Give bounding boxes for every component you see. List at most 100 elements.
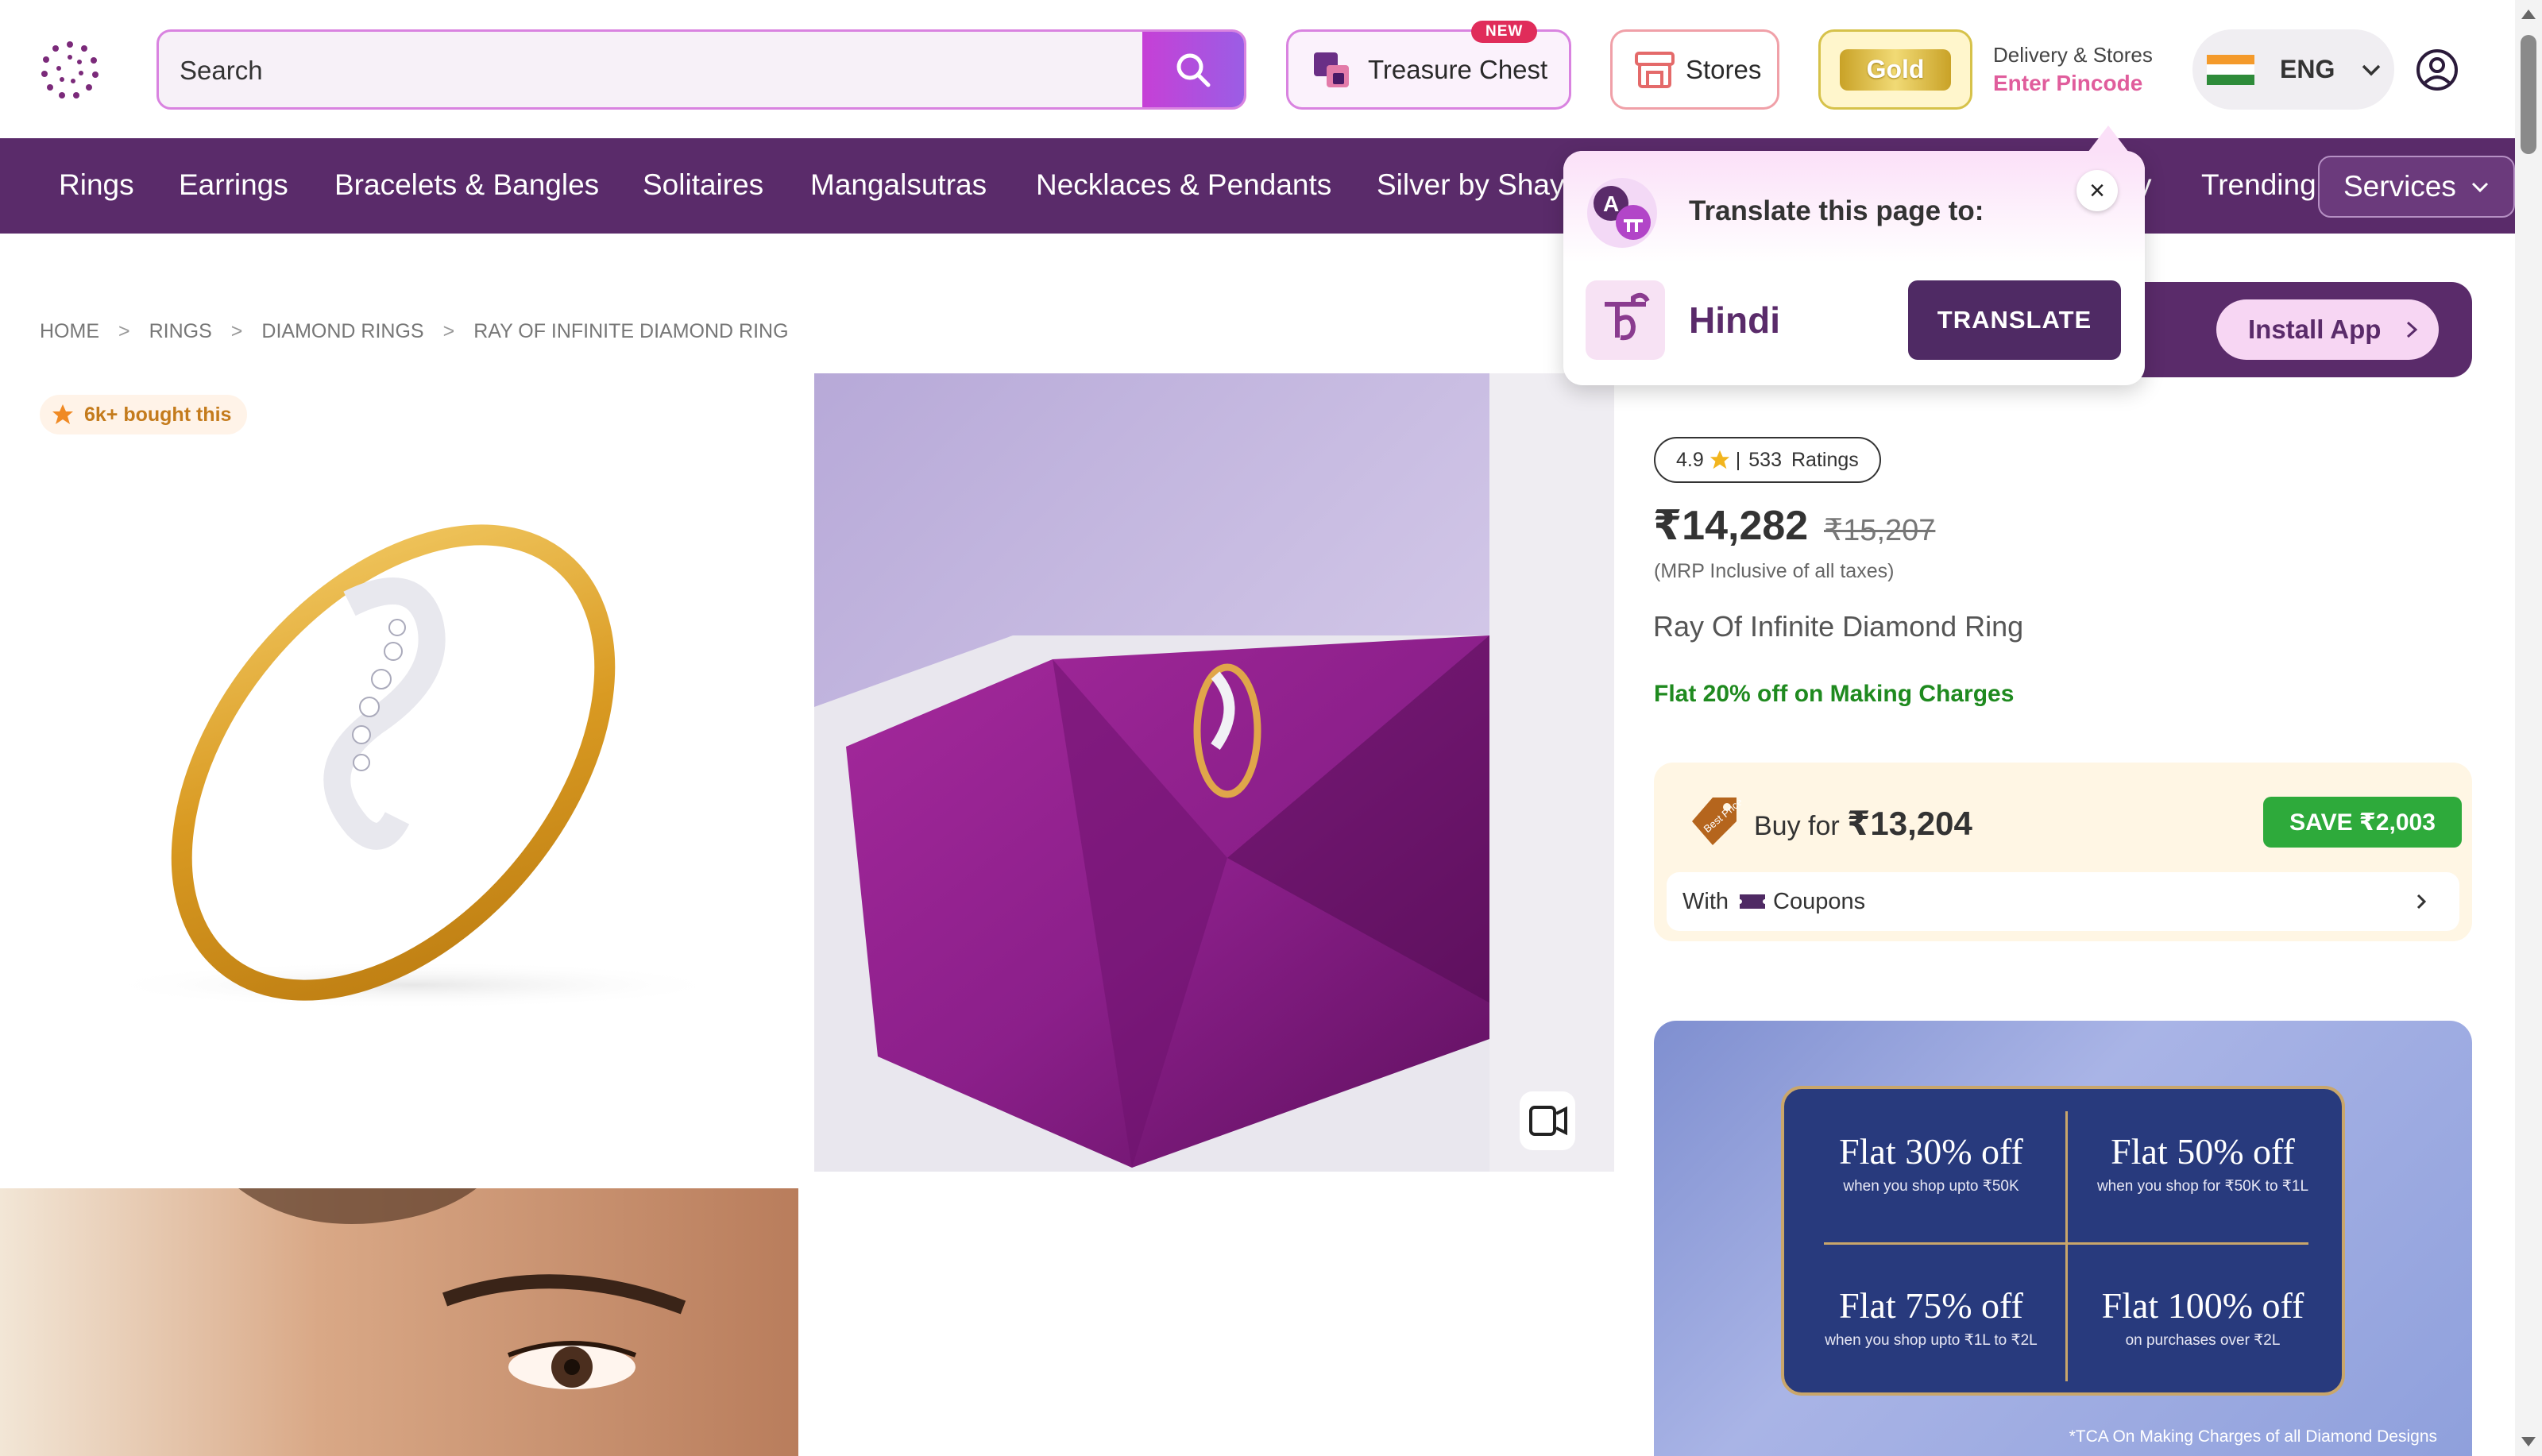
product-price: ₹14,282 xyxy=(1653,503,1809,549)
best-price-tag-icon: Best Price xyxy=(1692,795,1741,845)
ring-box-photo xyxy=(814,373,1614,1172)
store-icon xyxy=(1635,51,1675,88)
breadcrumb: HOME > RINGS > DIAMOND RINGS > RAY OF IN… xyxy=(40,320,789,343)
star-icon xyxy=(1709,450,1729,469)
nav-item-bracelets-bangles[interactable]: Bracelets & Bangles xyxy=(334,168,599,202)
translate-title: Translate this page to: xyxy=(1689,195,1984,226)
gold-logo: Gold xyxy=(1840,48,1951,91)
product-page: Search Treasure Chest NEW Stores Gold De… xyxy=(0,0,2542,1456)
promo-divider xyxy=(1824,1242,2308,1245)
stores-label: Stores xyxy=(1686,54,1762,84)
site-header: Search Treasure Chest NEW Stores Gold De… xyxy=(0,0,2515,138)
brand-logo-icon[interactable] xyxy=(38,38,102,102)
rating-value: 4.9 xyxy=(1676,448,1704,471)
install-app-label: Install App xyxy=(2248,315,2382,344)
best-price-box: Best Price Buy for ₹13,204 SAVE ₹2,003 W… xyxy=(1654,763,2472,941)
ratings-chip[interactable]: 4.9 | 533 Ratings xyxy=(1654,437,1881,483)
breadcrumb-separator: > xyxy=(118,320,130,342)
nav-item-silver-by-shaya[interactable]: Silver by Shay xyxy=(1377,168,1565,202)
promo-title: Flat 50% off xyxy=(2111,1131,2295,1172)
breadcrumb-separator: > xyxy=(442,320,455,342)
popup-caret xyxy=(2088,126,2129,153)
services-dropdown[interactable]: Services xyxy=(2318,156,2515,218)
ratings-count: 533 xyxy=(1748,448,1782,471)
product-name: Ray Of Infinite Diamond Ring xyxy=(1653,610,2024,643)
promo-cell: Flat 100% off on purchases over ₹2L xyxy=(2072,1284,2334,1350)
close-button[interactable]: × xyxy=(2076,170,2118,211)
ratings-label: Ratings xyxy=(1791,448,1859,471)
target-language: Hindi xyxy=(1689,299,1780,341)
close-icon: × xyxy=(2089,175,2105,206)
ring-photo xyxy=(95,524,731,1009)
stores-button[interactable]: Stores xyxy=(1610,29,1779,110)
install-app-button[interactable]: Install App xyxy=(2216,299,2439,360)
promo-banner[interactable]: Flat 30% off when you shop upto ₹50K Fla… xyxy=(1654,1021,2472,1456)
chevron-down-icon xyxy=(2471,182,2488,193)
breadcrumb-home[interactable]: HOME xyxy=(40,320,99,343)
promo-subtitle: when you shop upto ₹50K xyxy=(1843,1178,2019,1195)
product-image-lifestyle[interactable] xyxy=(814,373,1614,1172)
product-image-main[interactable] xyxy=(0,373,798,1172)
scroll-down-arrow-icon[interactable] xyxy=(2515,1429,2542,1453)
user-account-icon[interactable] xyxy=(2415,48,2459,92)
chevron-down-icon xyxy=(2362,64,2381,75)
bought-badge: 6k+ bought this xyxy=(40,395,248,434)
search-bar[interactable]: Search xyxy=(156,29,1246,110)
breadcrumb-rings[interactable]: RINGS xyxy=(149,320,212,343)
promo-cell: Flat 30% off when you shop upto ₹50K xyxy=(1800,1130,2062,1195)
promo-divider xyxy=(2065,1111,2068,1381)
translate-button[interactable]: TRANSLATE xyxy=(1908,280,2121,360)
making-charges-offer: Flat 20% off on Making Charges xyxy=(1654,681,2015,707)
original-price: ₹15,207 xyxy=(1824,514,1936,547)
treasure-chest-label: Treasure Chest xyxy=(1368,54,1548,84)
coupon-ticket-icon xyxy=(1740,894,1765,909)
video-toggle-button[interactable] xyxy=(1520,1091,1575,1150)
promo-title: Flat 30% off xyxy=(1839,1131,2023,1172)
services-label: Services xyxy=(2343,170,2456,203)
delivery-pincode[interactable]: Delivery & Stores Enter Pincode xyxy=(1993,43,2153,96)
enter-pincode-link[interactable]: Enter Pincode xyxy=(1993,71,2153,96)
gold-label: Gold xyxy=(1866,55,1925,83)
bought-badge-text: 6k+ bought this xyxy=(84,403,232,426)
promo-title: Flat 100% off xyxy=(2101,1285,2304,1326)
page-scrollbar[interactable] xyxy=(2515,0,2542,1456)
breadcrumb-separator: > xyxy=(230,320,243,342)
nav-item-trending[interactable]: Trending xyxy=(2201,168,2316,202)
buy-for-text: Buy for ₹13,204 xyxy=(1754,804,1972,843)
nav-item-rings[interactable]: Rings xyxy=(59,168,134,202)
scrollbar-thumb[interactable] xyxy=(2521,35,2536,154)
promo-offer-card: Flat 30% off when you shop upto ₹50K Fla… xyxy=(1781,1086,2345,1396)
scroll-up-arrow-icon[interactable] xyxy=(2515,3,2542,27)
svg-text:A: A xyxy=(1603,191,1619,216)
save-badge: SAVE ₹2,003 xyxy=(2263,797,2462,848)
search-input[interactable]: Search xyxy=(180,56,263,86)
language-selector[interactable]: ENG xyxy=(2192,29,2394,110)
india-flag-icon xyxy=(2207,54,2254,85)
ratings-divider: | xyxy=(1735,448,1741,471)
treasure-chest-button[interactable]: Treasure Chest NEW xyxy=(1286,21,1571,110)
breadcrumb-current: RAY OF INFINITE DIAMOND RING xyxy=(473,320,789,342)
star-icon xyxy=(52,404,73,424)
tax-note: (MRP Inclusive of all taxes) xyxy=(1654,560,1895,582)
promo-subtitle: when you shop upto ₹1L to ₹2L xyxy=(1825,1332,2038,1349)
coupons-row[interactable]: With Coupons xyxy=(1667,872,2459,931)
video-icon xyxy=(1529,1106,1567,1136)
promo-cell: Flat 50% off when you shop for ₹50K to ₹… xyxy=(2072,1130,2334,1195)
coupon-label: Coupons xyxy=(1773,888,1866,914)
promo-cell: Flat 75% off when you shop upto ₹1L to ₹… xyxy=(1800,1284,2062,1350)
gold-button[interactable]: Gold xyxy=(1818,29,1972,110)
search-button[interactable] xyxy=(1142,32,1244,107)
promo-subtitle: when you shop for ₹50K to ₹1L xyxy=(2096,1178,2309,1195)
translate-popup: A Translate this page to: × Hindi TRANSL… xyxy=(1563,126,2145,385)
model-photo xyxy=(0,1188,798,1456)
promo-terms: *TCA On Making Charges of all Diamond De… xyxy=(2069,1427,2437,1446)
breadcrumb-diamond-rings[interactable]: DIAMOND RINGS xyxy=(261,320,423,343)
search-icon xyxy=(1176,53,1211,87)
nav-item-mangalsutras[interactable]: Mangalsutras xyxy=(810,168,987,202)
product-image-model[interactable] xyxy=(0,1188,798,1456)
nav-item-earrings[interactable]: Earrings xyxy=(179,168,288,202)
nav-item-solitaires[interactable]: Solitaires xyxy=(643,168,763,202)
new-badge: NEW xyxy=(1471,21,1538,43)
nav-item-necklaces-pendants[interactable]: Necklaces & Pendants xyxy=(1036,168,1331,202)
delivery-title: Delivery & Stores xyxy=(1993,43,2153,67)
